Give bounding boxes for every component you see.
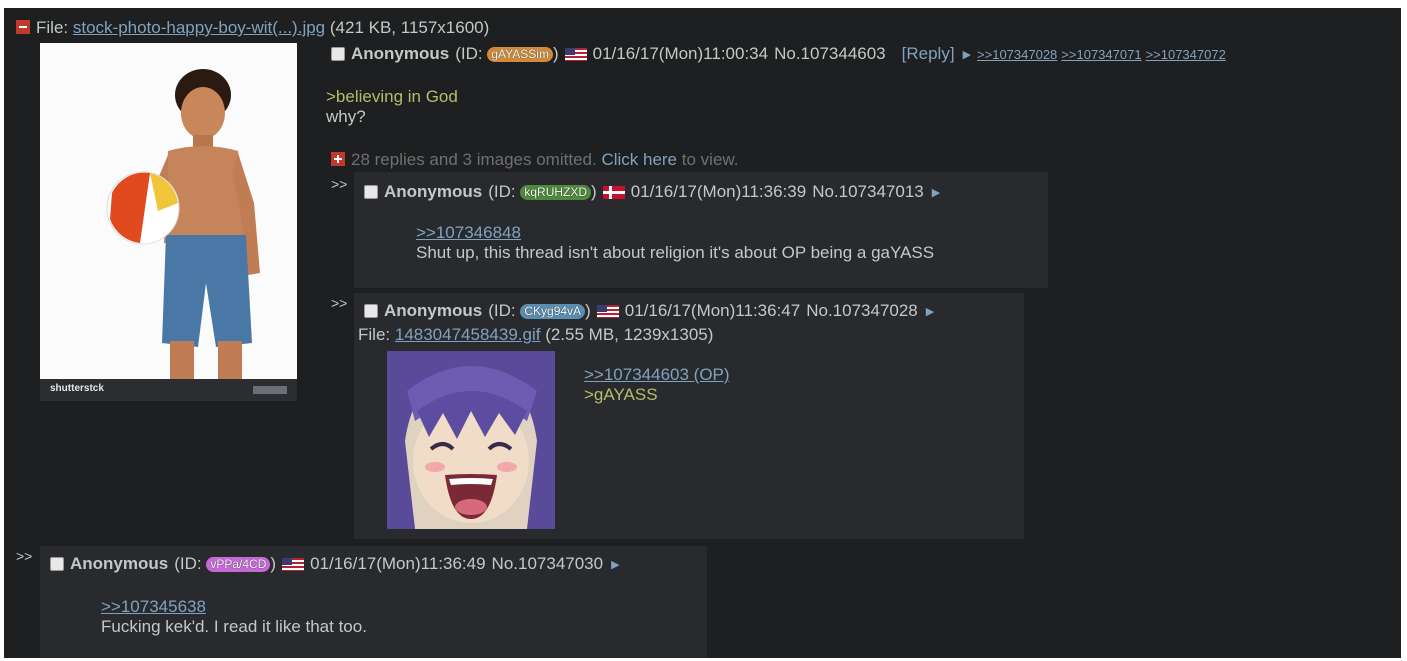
quote-link[interactable]: >>107345638 xyxy=(101,597,206,616)
reply-gif-thumbnail[interactable] xyxy=(387,351,555,529)
post-datetime: 01/16/17(Mon)11:36:39 xyxy=(630,182,807,201)
us-flag-icon xyxy=(282,557,305,571)
poster-name: Anonymous xyxy=(384,182,483,201)
dk-flag-icon xyxy=(602,185,625,199)
omitted-text: 28 replies and 3 images omitted. xyxy=(351,150,597,169)
post-select-checkbox[interactable] xyxy=(364,185,378,199)
message-line: Shut up, this thread isn't about religio… xyxy=(416,243,935,262)
hide-thread-button[interactable] xyxy=(16,20,30,34)
op-file-info: File: stock-photo-happy-boy-wit(...).jpg… xyxy=(16,18,489,38)
watermark-logo xyxy=(253,386,287,394)
op-file-link[interactable]: stock-photo-happy-boy-wit(...).jpg xyxy=(73,18,325,37)
op-message: >believing in God why? xyxy=(326,87,458,127)
boy-with-beach-ball-image xyxy=(40,43,297,379)
reply-link[interactable]: [Reply] xyxy=(902,44,955,64)
poster-id: (ID: gAYASSim) xyxy=(455,44,558,64)
message-line: Fucking kek'd. I read it like that too. xyxy=(101,617,367,636)
file-label: File: xyxy=(358,325,391,344)
anime-girl-mosaic-image xyxy=(387,351,555,529)
reply-post-info: Anonymous (ID: vPPa/4CD) 01/16/17(Mon)11… xyxy=(50,554,620,574)
poster-id-badge[interactable]: vPPa/4CD xyxy=(206,557,271,572)
quote-link[interactable]: >>107346848 xyxy=(416,223,521,242)
greentext-line: >gAYASS xyxy=(584,385,658,404)
post-menu-arrow-icon[interactable]: ▶ xyxy=(963,48,971,61)
reply-file-meta: (2.55 MB, 1239x1305) xyxy=(545,325,714,344)
expand-thread-link[interactable]: Click here xyxy=(601,150,677,169)
quote-link[interactable]: >>107344603 (OP) xyxy=(584,365,730,384)
op-image-thumbnail[interactable]: shutterstck xyxy=(40,43,297,401)
post-menu-arrow-icon[interactable]: ▶ xyxy=(611,558,619,571)
us-flag-icon xyxy=(564,47,587,61)
poster-name: Anonymous xyxy=(70,554,169,573)
reply-marker: >> xyxy=(16,548,33,564)
post-datetime: 01/16/17(Mon)11:36:47 xyxy=(624,301,801,320)
reply-post-info: Anonymous (ID: CKyg94vA) 01/16/17(Mon)11… xyxy=(364,301,934,321)
post-number-link[interactable]: No.107347028 xyxy=(806,301,918,321)
post-datetime: 01/16/17(Mon)11:36:49 xyxy=(310,554,486,573)
greentext-line: >believing in God xyxy=(326,87,458,106)
omitted-suffix: to view. xyxy=(681,150,739,169)
post-datetime: 01/16/17(Mon)11:00:34 xyxy=(592,44,769,63)
poster-id-badge[interactable]: CKyg94vA xyxy=(520,304,586,319)
backlink[interactable]: >>107347071 xyxy=(1061,47,1141,62)
poster-id-suffix: ) xyxy=(591,182,597,201)
reply-message: >>107344603 (OP) >gAYASS xyxy=(584,365,730,405)
poster-id-suffix: ) xyxy=(270,554,277,573)
reply-marker: >> xyxy=(331,176,348,192)
poster-id-prefix: (ID: xyxy=(488,301,516,320)
post-menu-arrow-icon[interactable]: ▶ xyxy=(926,305,934,318)
poster-id-badge[interactable]: kqRUHZXD xyxy=(520,185,592,200)
file-label: File: xyxy=(36,18,69,37)
omitted-notice: 28 replies and 3 images omitted. Click h… xyxy=(331,150,738,170)
message-line: why? xyxy=(326,107,366,126)
post-number-link[interactable]: No.107347030 xyxy=(492,554,604,574)
reply-post: Anonymous (ID: vPPa/4CD) 01/16/17(Mon)11… xyxy=(40,546,707,658)
backlink[interactable]: >>107347072 xyxy=(1146,47,1226,62)
poster-id-prefix: (ID: xyxy=(455,44,483,63)
watermark-text: shutterstck xyxy=(50,383,104,394)
reply-post: Anonymous (ID: kqRUHZXD) 01/16/17(Mon)11… xyxy=(354,172,1048,288)
poster-id-suffix: ) xyxy=(552,44,559,63)
reply-marker: >> xyxy=(331,295,348,311)
poster-id-suffix: ) xyxy=(585,301,591,320)
post-select-checkbox[interactable] xyxy=(331,47,345,61)
poster-id-prefix: (ID: xyxy=(174,554,202,573)
poster-id: (ID: CKyg94vA) xyxy=(488,301,591,321)
expand-plus-icon[interactable] xyxy=(331,152,345,166)
poster-id: (ID: kqRUHZXD) xyxy=(488,182,596,202)
backlink[interactable]: >>107347028 xyxy=(977,47,1057,62)
op-post-info: Anonymous (ID: gAYASSim) 01/16/17(Mon)11… xyxy=(331,44,1230,64)
reply-message: >>107346848 Shut up, this thread isn't a… xyxy=(416,223,934,263)
image-watermark-bar: shutterstck xyxy=(40,379,297,401)
post-select-checkbox[interactable] xyxy=(50,557,64,571)
post-number-link[interactable]: No.107347013 xyxy=(812,182,924,202)
poster-name: Anonymous xyxy=(351,44,450,63)
op-file-meta: (421 KB, 1157x1600) xyxy=(329,18,490,37)
post-menu-arrow-icon[interactable]: ▶ xyxy=(932,186,940,199)
poster-id-badge[interactable]: gAYASSim xyxy=(487,47,553,62)
reply-file-info: File: 1483047458439.gif (2.55 MB, 1239x1… xyxy=(358,325,713,345)
poster-id-prefix: (ID: xyxy=(488,182,516,201)
backlinks: >>107347028 >>107347071 >>107347072 xyxy=(977,44,1230,64)
post-select-checkbox[interactable] xyxy=(364,304,378,318)
poster-name: Anonymous xyxy=(384,301,483,320)
post-number-link[interactable]: No.107344603 xyxy=(774,44,886,64)
us-flag-icon xyxy=(596,304,619,318)
reply-message: >>107345638 Fucking kek'd. I read it lik… xyxy=(101,597,367,637)
reply-post-info: Anonymous (ID: kqRUHZXD) 01/16/17(Mon)11… xyxy=(364,182,940,202)
poster-id: (ID: vPPa/4CD) xyxy=(174,554,276,574)
reply-file-link[interactable]: 1483047458439.gif xyxy=(395,325,541,344)
